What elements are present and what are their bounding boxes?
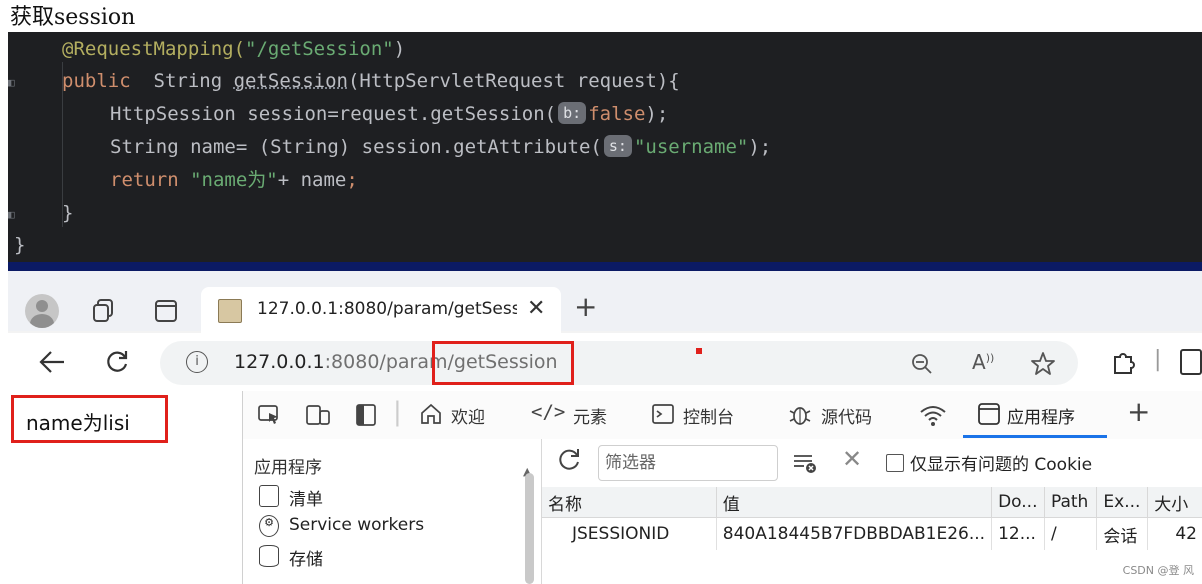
code-line-5: return "name为"+ name; — [110, 169, 358, 191]
tab-title: 127.0.0.1:8080/param/getSession — [257, 299, 517, 319]
param-hint: s: — [603, 135, 632, 157]
network-wifi-icon[interactable] — [919, 403, 947, 427]
new-tab-plus-icon[interactable]: + — [574, 293, 597, 321]
param-hint: b: — [558, 102, 587, 124]
sidebar-heading: 应用程序 — [254, 458, 322, 478]
device-toolbar-icon[interactable] — [305, 403, 331, 427]
dock-sidebar-icon[interactable] — [355, 403, 377, 427]
bug-icon[interactable] — [787, 401, 813, 427]
tab-divider: | — [393, 397, 402, 427]
code-editor: @RequestMapping("/getSession") ◧ public … — [8, 32, 1202, 264]
column-header-value[interactable]: 值 — [716, 487, 993, 518]
tab-sources[interactable]: 源代码 — [821, 403, 872, 428]
document-icon — [259, 485, 279, 507]
address-bar[interactable]: i 127.0.0.1:8080/param/getSession A)) — [160, 341, 1078, 385]
sidebar-item-storage[interactable]: 存储 — [259, 545, 323, 570]
site-info-icon[interactable]: i — [186, 351, 208, 373]
refresh-icon[interactable] — [556, 447, 582, 473]
inspect-icon[interactable] — [257, 403, 281, 427]
tab-welcome[interactable]: 欢迎 — [451, 403, 485, 428]
active-tab-indicator — [963, 435, 1107, 438]
column-header-expires[interactable]: Ex... — [1096, 487, 1149, 518]
highlight-box-result — [11, 395, 168, 443]
toolbar-divider: | — [1154, 347, 1162, 372]
close-icon[interactable]: ✕ — [527, 296, 545, 321]
column-header-path[interactable]: Path — [1044, 487, 1098, 518]
cookie-pane: ✕ 仅显示有问题的 Cookie 名称 值 Do... Path Ex... 大… — [542, 439, 1202, 584]
tab-application[interactable]: 应用程序 — [1007, 403, 1075, 428]
cell-expires: 会话 — [1096, 517, 1149, 550]
filter-input[interactable] — [599, 446, 781, 480]
back-arrow-icon[interactable] — [38, 349, 66, 375]
read-aloud-icon[interactable]: A)) — [972, 350, 994, 374]
column-header-name[interactable]: 名称 — [542, 487, 717, 518]
clear-filtered-icon[interactable] — [792, 451, 818, 475]
cell-name: JSESSIONID — [542, 517, 717, 550]
table-row[interactable]: JSESSIONID 840A18445B7FDBBDAB1E26... 12.… — [542, 517, 1202, 550]
column-header-size[interactable]: 大小 — [1147, 487, 1202, 518]
tab-console[interactable]: 控制台 — [683, 403, 734, 428]
cell-size: 42 — [1147, 517, 1202, 550]
application-icon[interactable] — [977, 402, 1001, 426]
cell-path: / — [1044, 517, 1098, 550]
column-header-domain[interactable]: Do... — [991, 487, 1045, 518]
divider-bar — [8, 262, 1202, 271]
only-issues-label: 仅显示有问题的 Cookie — [910, 455, 1093, 475]
extensions-icon[interactable] — [1110, 349, 1136, 375]
tab-actions-icon[interactable] — [154, 299, 178, 323]
application-sidebar: 应用程序 清单 ⚙ Service workers 存储 ▲ — [243, 439, 542, 584]
fold-icon[interactable]: ◧ — [8, 208, 18, 221]
code-line-7: } — [14, 234, 26, 256]
devtools-panel: | 欢迎 </> 元素 控制台 源代码 应用程序 + 应用程序 清单 ⚙ Ser… — [242, 391, 1202, 584]
home-icon[interactable] — [419, 402, 443, 426]
profile-avatar-icon[interactable] — [25, 294, 59, 328]
browser-tab[interactable]: 127.0.0.1:8080/param/getSession ✕ — [201, 287, 561, 333]
favorite-star-icon[interactable] — [1030, 351, 1056, 377]
tab-strip: 127.0.0.1:8080/param/getSession ✕ + — [8, 271, 1202, 333]
tomcat-favicon-icon — [218, 299, 242, 323]
elements-code-icon[interactable]: </> — [531, 401, 565, 423]
watermark: CSDN @登 风 — [1122, 564, 1194, 577]
cookie-table: 名称 值 Do... Path Ex... 大小 JSESSIONID 840A… — [542, 487, 1202, 550]
code-line-3: HttpSession session=request.getSession(b… — [110, 102, 669, 125]
sidebar-scrollbar[interactable]: ▲ — [523, 465, 535, 584]
gear-icon: ⚙ — [259, 515, 279, 537]
code-line-6: } — [62, 202, 74, 224]
code-line-2: public String getSession(HttpServletRequ… — [62, 70, 680, 92]
collections-icon[interactable] — [1180, 349, 1202, 375]
console-icon[interactable] — [651, 402, 675, 426]
fold-icon[interactable]: ◧ — [8, 76, 18, 89]
workspaces-icon[interactable] — [90, 297, 118, 325]
more-tools-plus-icon[interactable]: + — [1127, 395, 1150, 428]
highlight-box-url — [432, 341, 574, 385]
sidebar-item-manifest[interactable]: 清单 — [259, 485, 323, 510]
browser-toolbar: i 127.0.0.1:8080/param/getSession A)) | — [8, 333, 1202, 391]
tab-elements[interactable]: 元素 — [573, 403, 607, 428]
delete-icon[interactable]: ✕ — [842, 445, 862, 473]
scroll-thumb[interactable] — [525, 473, 534, 584]
cell-domain: 12... — [991, 517, 1045, 550]
method-name: getSession — [233, 70, 348, 92]
devtools-tab-bar: | 欢迎 </> 元素 控制台 源代码 应用程序 + — [243, 391, 1202, 440]
refresh-icon[interactable] — [104, 349, 130, 375]
annotation-dot — [696, 348, 702, 354]
zoom-out-icon[interactable] — [910, 352, 934, 376]
code-line-1: @RequestMapping("/getSession") — [62, 38, 406, 60]
database-icon — [259, 545, 279, 567]
browser-window: 127.0.0.1:8080/param/getSession ✕ + i 12… — [8, 271, 1202, 584]
code-line-4: String name= (String) session.getAttribu… — [110, 135, 772, 158]
cell-value: 840A18445B7FDBBDAB1E26... — [716, 517, 993, 550]
page-title: 获取session — [10, 5, 136, 30]
filter-box — [598, 445, 781, 481]
only-issues-checkbox[interactable] — [886, 454, 904, 472]
sidebar-item-service-workers[interactable]: ⚙ Service workers — [259, 515, 424, 537]
